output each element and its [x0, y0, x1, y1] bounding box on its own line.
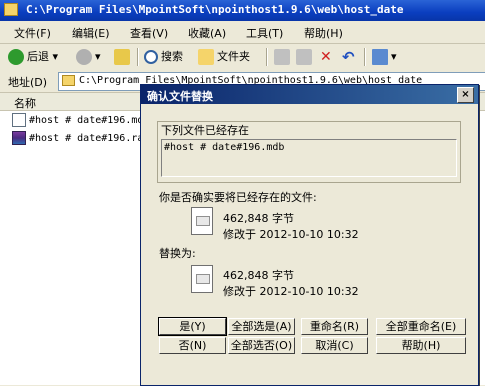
close-button[interactable]: ×: [457, 87, 474, 103]
move-to-icon: [274, 49, 290, 65]
menu-tools[interactable]: 工具(T): [246, 25, 283, 41]
folders-button[interactable]: 文件夹: [198, 47, 250, 67]
confirm-replace-dialog: 确认文件替换 × 下列文件已经存在 #host # date#196.mdb 你…: [140, 84, 479, 386]
dialog-title: 确认文件替换: [147, 90, 213, 103]
menu-help[interactable]: 帮助(H): [304, 25, 343, 41]
views-icon: [372, 49, 388, 65]
address-label: 地址(D): [8, 76, 48, 89]
explorer-title-bar[interactable]: C:\Program Files\MpointSoft\npointhost1.…: [0, 0, 485, 21]
up-folder-icon: [114, 49, 130, 65]
forward-button[interactable]: ▾: [76, 47, 101, 67]
menu-bar: 文件(F) 编辑(E) 查看(V) 收藏(A) 工具(T) 帮助(H): [0, 21, 485, 44]
toolbar: 后退 ▾ ▾ 搜索 文件夹 ✕ ↶ ▾: [0, 44, 485, 71]
replace-with-label: 替换为:: [159, 247, 196, 260]
folders-icon: [198, 49, 214, 65]
dialog-title-bar[interactable]: 确认文件替换 ×: [141, 85, 478, 104]
rar-file-icon: [12, 131, 26, 145]
cancel-button[interactable]: 取消(C): [301, 337, 368, 354]
menu-favorites[interactable]: 收藏(A): [188, 25, 226, 41]
copy-to-button[interactable]: [296, 47, 315, 67]
list-item[interactable]: #host # date#196.mdb: [12, 113, 149, 129]
help-button[interactable]: 帮助(H): [376, 337, 466, 354]
rename-button[interactable]: 重命名(R): [301, 318, 368, 335]
question-text: 你是否确实要将已经存在的文件:: [159, 191, 317, 204]
undo-button[interactable]: ↶: [342, 47, 355, 67]
old-file-icon: [191, 207, 213, 235]
new-file-modified: 修改于 2012-10-10 10:32: [223, 285, 359, 298]
delete-icon: ✕: [320, 49, 332, 65]
copy-to-icon: [296, 49, 312, 65]
new-file-icon: [191, 265, 213, 293]
folder-icon: [62, 75, 75, 86]
mdb-file-icon: [12, 113, 26, 127]
rename-all-button[interactable]: 全部重命名(E): [376, 318, 466, 335]
old-file-modified: 修改于 2012-10-10 10:32: [223, 228, 359, 241]
new-file-size: 462,848 字节: [223, 269, 294, 282]
move-to-button[interactable]: [274, 47, 293, 67]
menu-edit[interactable]: 编辑(E): [72, 25, 110, 41]
no-button[interactable]: 否(N): [159, 337, 226, 354]
list-item[interactable]: #host # date#196.rar: [12, 131, 149, 147]
no-to-all-button[interactable]: 全部选否(O): [228, 337, 295, 354]
yes-button[interactable]: 是(Y): [158, 317, 227, 336]
forward-arrow-icon: [76, 49, 92, 65]
delete-button[interactable]: ✕: [320, 47, 332, 67]
window-title: C:\Program Files\MpointSoft\npointhost1.…: [26, 3, 404, 16]
yes-to-all-button[interactable]: 全部选是(A): [228, 318, 295, 335]
views-button[interactable]: ▾: [372, 47, 397, 67]
back-button[interactable]: 后退 ▾: [8, 47, 58, 67]
menu-view[interactable]: 查看(V): [130, 25, 168, 41]
menu-file[interactable]: 文件(F): [14, 25, 51, 41]
undo-icon: ↶: [342, 48, 355, 66]
back-arrow-icon: [8, 49, 24, 65]
old-file-size: 462,848 字节: [223, 212, 294, 225]
group-title: 下列文件已经存在: [161, 124, 249, 137]
search-button[interactable]: 搜索: [144, 47, 183, 67]
existing-file-box: #host # date#196.mdb: [161, 139, 457, 177]
folder-icon: [4, 3, 18, 16]
up-folder-button[interactable]: [114, 47, 133, 67]
search-icon: [144, 50, 158, 64]
